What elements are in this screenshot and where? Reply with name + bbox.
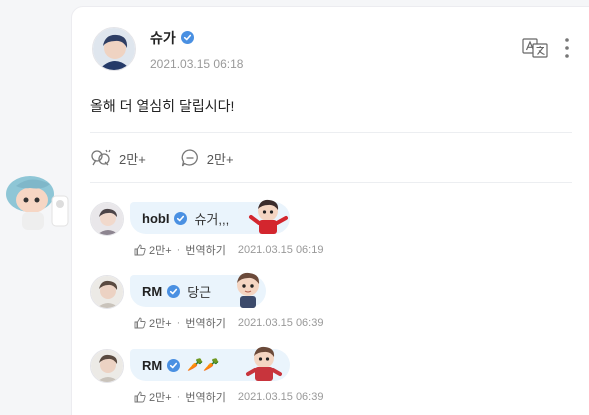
comment-like-count: 2만+: [149, 245, 172, 257]
meta-separator: ·: [176, 391, 181, 403]
commenter-avatar[interactable]: [90, 275, 124, 309]
post-card: 슈가 2021.03.15 06:18 올해 더 열심히 달립시다! 2만+ 2…: [71, 6, 589, 415]
verified-icon: [167, 358, 181, 372]
comment-count: 2만+: [206, 151, 234, 167]
comment-meta: 2만+ · 번역하기 2021.03.15 06:39: [134, 315, 323, 331]
comment-icon: [181, 149, 198, 167]
divider: [90, 182, 572, 183]
post-time: 2021.03.15 06:18: [150, 56, 244, 71]
comment-time: 2021.03.15 06:39: [237, 391, 324, 403]
commenter-name[interactable]: hobI: [142, 210, 188, 226]
meta-separator: ·: [176, 317, 181, 329]
verified-icon: [174, 211, 188, 225]
like-icon[interactable]: [134, 317, 146, 329]
post-author-name[interactable]: 슈가: [150, 28, 243, 48]
character-sticker: [237, 272, 260, 308]
commenter-name-label: RM: [142, 357, 163, 373]
comment-text: 🥕🥕: [187, 357, 220, 372]
post-author-label: 슈가: [150, 29, 176, 46]
commenter-name[interactable]: RM: [142, 357, 181, 373]
commenter-name-label: RM: [142, 283, 163, 299]
translate-link[interactable]: 번역하기: [185, 389, 225, 405]
commenter-avatar[interactable]: [90, 349, 124, 383]
commenter-name-label: hobI: [142, 210, 170, 226]
verified-icon: [180, 31, 194, 44]
post-header: 슈가 2021.03.15 06:18: [92, 27, 243, 71]
more-icon[interactable]: [564, 37, 570, 59]
comment-meta: 2만+ · 번역하기 2021.03.15 06:19: [134, 242, 323, 258]
like-icon[interactable]: [134, 244, 146, 256]
commenter-name[interactable]: RM: [142, 283, 181, 299]
translate-link[interactable]: 번역하기: [185, 242, 225, 258]
cheer-count: 2만+: [119, 151, 146, 167]
verified-icon: [167, 284, 181, 298]
cheer-icon: [91, 149, 111, 166]
comment-text: 슈거,,,: [194, 211, 230, 227]
reaction-bar: 2만+ 2만+: [90, 148, 268, 168]
meta-separator: ·: [176, 244, 181, 256]
cheer-button[interactable]: 2만+: [90, 148, 146, 168]
comment-time: 2021.03.15 06:39: [237, 317, 324, 329]
translate-link[interactable]: 번역하기: [185, 315, 225, 331]
comment-like-count: 2만+: [149, 392, 172, 404]
character-sticker: [246, 346, 282, 381]
comment-button[interactable]: 2만+: [180, 148, 234, 168]
post-body-text: 올해 더 열심히 달립시다!: [90, 98, 235, 114]
comment-text: 당근: [187, 284, 212, 300]
author-avatar[interactable]: [92, 27, 136, 71]
comment-like-count: 2만+: [149, 318, 172, 330]
comment-meta: 2만+ · 번역하기 2021.03.15 06:39: [134, 389, 323, 405]
character-sticker: [249, 199, 288, 234]
divider: [90, 132, 572, 133]
translate-icon[interactable]: [522, 38, 548, 58]
mascot-sticker: [6, 176, 69, 230]
commenter-avatar[interactable]: [90, 202, 124, 236]
comment-time: 2021.03.15 06:19: [237, 244, 324, 256]
like-icon[interactable]: [134, 391, 146, 403]
